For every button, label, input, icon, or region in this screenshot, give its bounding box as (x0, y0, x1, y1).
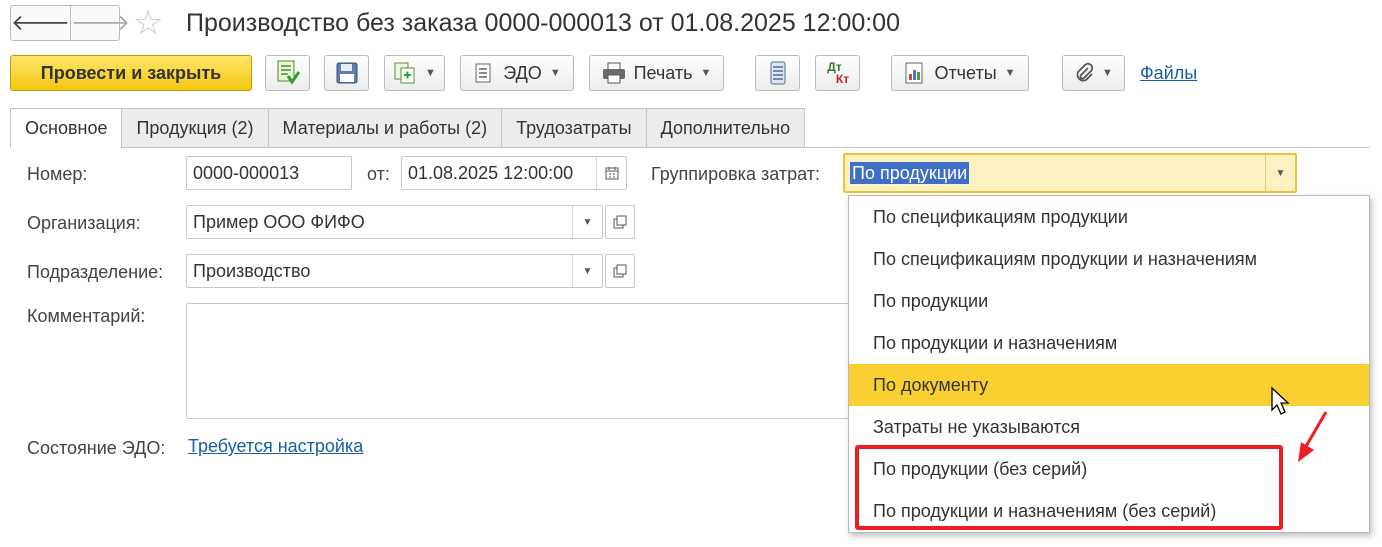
number-field[interactable]: 0000-000013 (186, 156, 352, 190)
dropdown-option[interactable]: По спецификациям продукции и назначениям (849, 238, 1369, 280)
tab-bar: Основное Продукция (2) Материалы и работ… (10, 108, 806, 148)
arrow-left-icon: 🡐 (11, 10, 70, 35)
open-icon (613, 264, 627, 278)
date-label: от: (367, 164, 390, 184)
create-based-on-button[interactable]: ▼ (384, 55, 445, 91)
organization-select[interactable]: Пример ООО ФИФО ▼ (186, 205, 603, 239)
dropdown-option[interactable]: По спецификациям продукции (849, 196, 1369, 238)
page-title: Производство без заказа 0000-000013 от 0… (186, 9, 900, 37)
mouse-cursor-icon (1271, 386, 1290, 415)
comment-label: Комментарий: (27, 306, 146, 326)
comment-textarea[interactable] (186, 303, 866, 419)
annotation-highlight-box (855, 445, 1283, 530)
organization-label: Организация: (27, 213, 141, 233)
number-label: Номер: (27, 164, 88, 184)
forward-button[interactable]: 🡒 (70, 6, 130, 40)
dropdown-option[interactable]: По продукции (849, 280, 1369, 322)
chevron-down-icon: ▼ (700, 67, 712, 79)
back-button[interactable]: 🡐 (11, 6, 70, 40)
reports-button[interactable]: Отчеты ▼ (891, 55, 1029, 91)
print-label: Печать (633, 62, 693, 83)
tab-materials[interactable]: Материалы и работы (2) (267, 108, 502, 148)
printer-icon (602, 62, 625, 84)
paperclip-icon (1076, 62, 1094, 82)
chevron-down-icon: ▼ (1004, 67, 1016, 79)
grouping-value-wrap: По продукции (850, 161, 1265, 184)
post-document-icon (277, 60, 300, 85)
structure-button[interactable] (755, 55, 800, 91)
grouping-value: По продукции (850, 161, 970, 184)
open-icon (613, 215, 627, 229)
attachments-button[interactable]: ▼ (1062, 55, 1125, 91)
chevron-down-icon: ▼ (549, 67, 561, 79)
open-organization-button[interactable] (605, 205, 635, 239)
grouping-select[interactable]: По продукции ▼ (843, 153, 1297, 193)
post-and-close-label: Провести и закрыть (40, 62, 222, 83)
number-value: 0000-000013 (193, 162, 300, 183)
reports-icon (905, 62, 923, 84)
list-structure-icon (770, 61, 785, 85)
edo-setup-link[interactable]: Требуется настройка (188, 436, 363, 457)
edo-label: ЭДО (503, 62, 542, 83)
edo-icon (475, 63, 491, 83)
post-button[interactable] (265, 55, 310, 91)
dt-kt-postings-button[interactable]: Дт Кт (815, 55, 860, 91)
department-value: Производство (193, 260, 311, 281)
annotation-arrow-icon (1298, 411, 1328, 462)
arrow-right-icon: 🡒 (71, 10, 130, 35)
floppy-disk-icon (336, 62, 357, 84)
organization-value: Пример ООО ФИФО (193, 211, 365, 232)
save-button[interactable] (324, 55, 369, 91)
print-button[interactable]: Печать ▼ (589, 55, 724, 91)
chevron-down-icon[interactable]: ▼ (572, 206, 602, 238)
tab-additional[interactable]: Дополнительно (645, 108, 806, 148)
tab-products[interactable]: Продукция (2) (121, 108, 268, 148)
navigation-buttons: 🡐 🡒 (10, 5, 130, 41)
department-select[interactable]: Производство ▼ (186, 254, 603, 288)
chevron-down-icon: ▼ (425, 67, 436, 79)
calendar-icon[interactable] (596, 157, 626, 189)
date-value: 01.08.2025 12:00:00 (408, 162, 574, 183)
chevron-down-icon[interactable]: ▼ (1265, 155, 1295, 191)
create-based-on-icon (394, 62, 415, 84)
files-link[interactable]: Файлы (1140, 63, 1197, 84)
grouping-label: Группировка затрат: (651, 164, 820, 184)
edo-status-label: Состояние ЭДО: (27, 438, 166, 458)
dt-kt-icon: Дт Кт (826, 61, 849, 85)
open-department-button[interactable] (605, 254, 635, 288)
tab-main[interactable]: Основное (10, 108, 122, 148)
chevron-down-icon: ▼ (1102, 67, 1113, 79)
tab-labor[interactable]: Трудозатраты (501, 108, 646, 148)
department-label: Подразделение: (27, 262, 164, 282)
date-field[interactable]: 01.08.2025 12:00:00 (401, 156, 627, 190)
dropdown-option[interactable]: По продукции и назначениям (849, 322, 1369, 364)
post-and-close-button[interactable]: Провести и закрыть (10, 55, 252, 91)
chevron-down-icon[interactable]: ▼ (572, 255, 602, 287)
edo-button[interactable]: ЭДО ▼ (460, 55, 574, 91)
star-icon[interactable]: ☆ (133, 3, 163, 43)
kt-label: Кт (835, 72, 850, 86)
reports-label: Отчеты (934, 62, 997, 83)
